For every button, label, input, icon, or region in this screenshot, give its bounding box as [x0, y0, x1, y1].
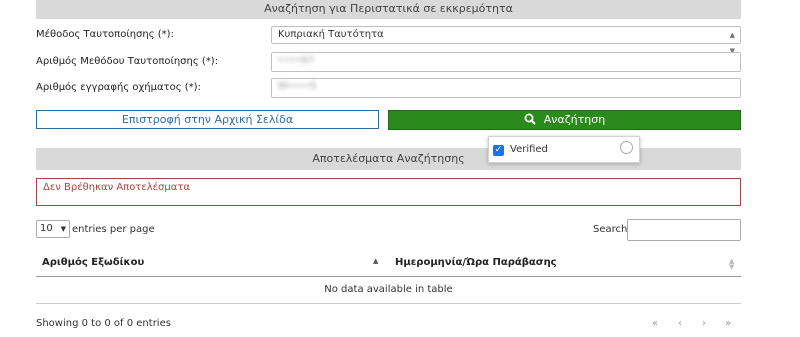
column-header-fine-number[interactable]: Αριθμός Εξωδίκου [42, 257, 144, 268]
table-empty-row: No data available in table [36, 277, 741, 304]
search-section-header: Αναζήτηση για Περιστατικά σε εκκρεμότητα [36, 0, 741, 19]
pager-first-button[interactable]: « [652, 318, 658, 329]
plate-value: M••••5 [278, 81, 317, 92]
search-icon [524, 113, 536, 125]
id-number-value: ••••67 [278, 55, 315, 66]
id-number-label: Αριθμός Μεθόδου Ταυτοποίησης (*): [36, 56, 219, 67]
column-header-violation-datetime[interactable]: Ημερομηνία/Ώρα Παράβασης [395, 257, 557, 268]
captcha-label: Verified [510, 144, 548, 155]
pager-next-button[interactable]: › [702, 318, 706, 329]
table-info: Showing 0 to 0 of 0 entries [36, 318, 171, 329]
search-button[interactable]: Αναζήτηση [388, 110, 741, 130]
page-size-value: 10 [40, 223, 53, 234]
entries-per-page-label: entries per page [72, 224, 155, 235]
captcha-logo-icon [620, 141, 633, 154]
captcha-checkbox[interactable]: ✓ [493, 145, 504, 156]
pager-last-button[interactable]: » [725, 318, 731, 329]
chevron-down-icon: ▼ [60, 225, 66, 233]
pager-prev-button[interactable]: ‹ [678, 318, 682, 329]
results-table: Αριθμός Εξωδίκου ▲ Ημερομηνία/Ώρα Παράβα… [36, 250, 741, 304]
table-search-label: Search: [593, 224, 631, 235]
no-results-alert: Δεν Βρέθηκαν Αποτελέσματα [36, 178, 741, 206]
method-select[interactable]: Κυπριακή Ταυτότητα ▲ ▼ [271, 26, 741, 55]
sort-asc-icon: ▲ [373, 257, 379, 265]
plate-input[interactable]: M••••5 [271, 78, 741, 98]
plate-label: Αριθμός εγγραφής οχήματος (*): [36, 82, 201, 93]
sort-both-icon: ▲ ▼ [729, 257, 735, 271]
home-button[interactable]: Επιστροφή στην Αρχική Σελίδα [36, 110, 379, 129]
method-label: Μέθοδος Ταυτοποίησης (*): [36, 29, 174, 40]
table-search-input[interactable] [627, 219, 741, 241]
method-select-value: Κυπριακή Ταυτότητα [278, 29, 384, 40]
id-number-input[interactable]: ••••67 [271, 52, 741, 72]
captcha-widget[interactable]: ✓ Verified [488, 136, 640, 163]
page-size-select[interactable]: 10 ▼ [36, 220, 70, 238]
search-button-label: Αναζήτηση [543, 113, 606, 126]
table-header: Αριθμός Εξωδίκου ▲ Ημερομηνία/Ώρα Παράβα… [36, 250, 741, 277]
